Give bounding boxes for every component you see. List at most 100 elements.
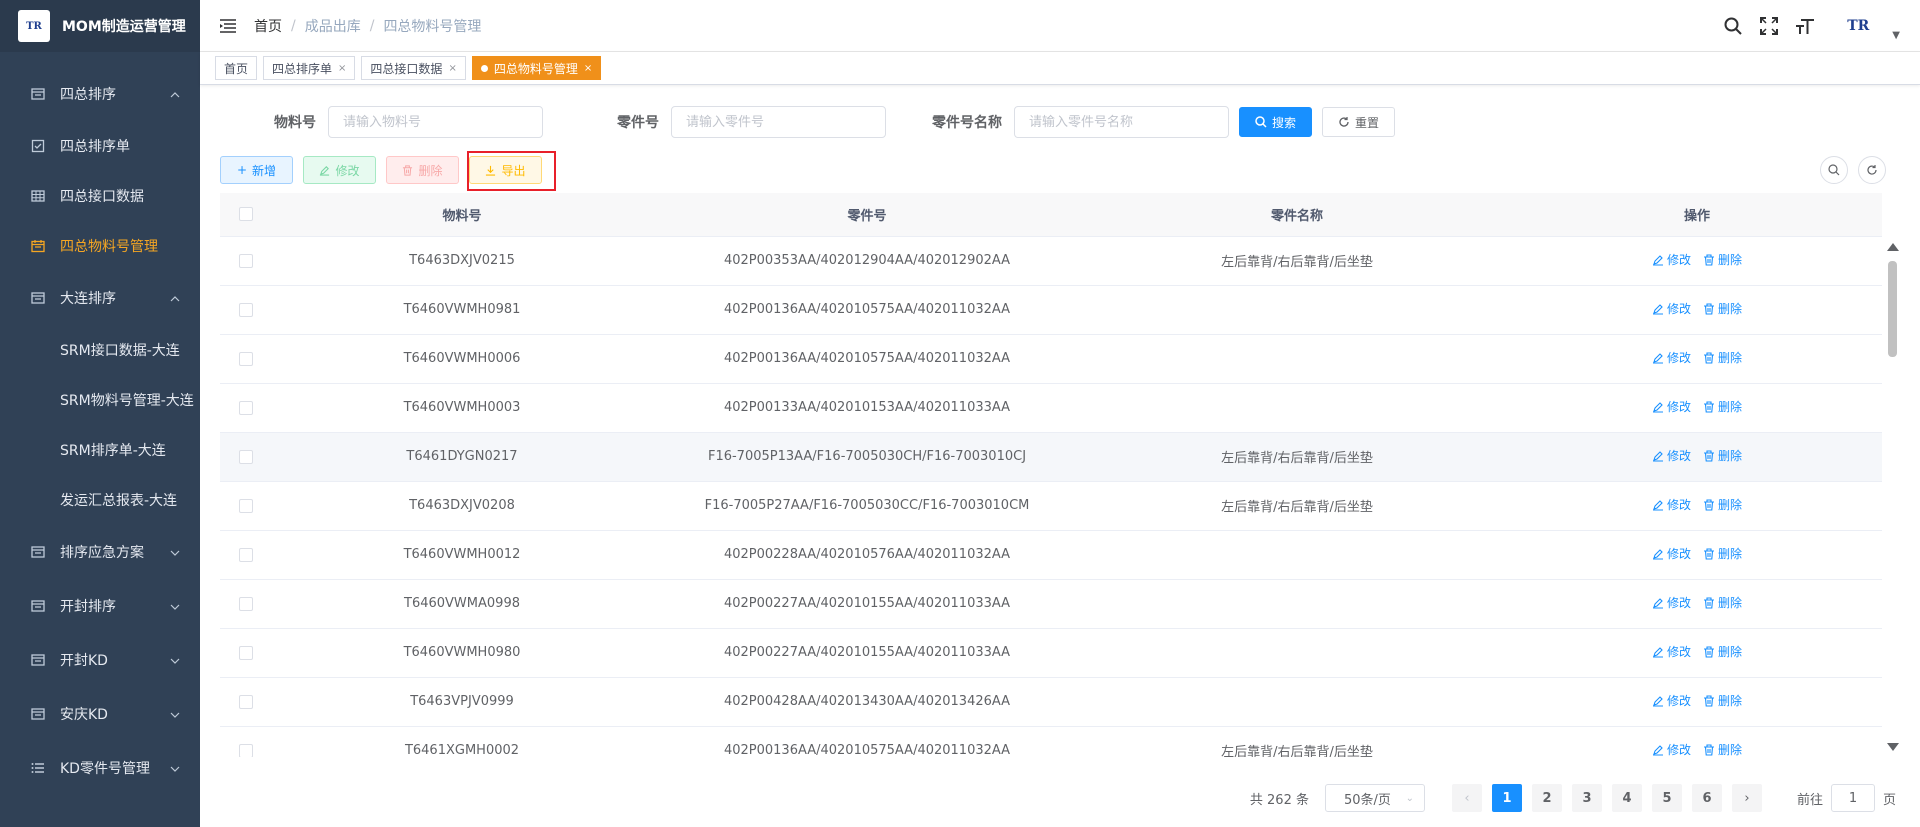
part-input[interactable] — [671, 106, 886, 138]
row-checkbox[interactable] — [239, 400, 253, 415]
row-edit-link[interactable]: 修改 — [1652, 496, 1691, 513]
table-row[interactable]: T6460VWMH0980 402P00227AA/402010155AA/402… — [220, 628, 1882, 678]
fullscreen-icon[interactable] — [1758, 15, 1780, 37]
page-button-1[interactable]: 1 — [1491, 784, 1522, 812]
table-row[interactable]: T6460VWMH0981 402P00136AA/402010575AA/402… — [220, 285, 1882, 335]
next-page-button[interactable]: › — [1731, 784, 1762, 812]
sidebar-item-1[interactable]: 四总排序单 — [0, 121, 200, 171]
search-icon[interactable] — [1722, 15, 1744, 37]
sidebar-item-12[interactable]: 安庆KD — [0, 687, 200, 741]
table-row[interactable]: T6463DXJV0215 402P00353AA/402012904AA/402… — [220, 236, 1882, 286]
tab-1[interactable]: 四总排序单 × — [263, 56, 356, 80]
hamburger-icon[interactable] — [218, 16, 238, 36]
table-row[interactable]: T6460VWMA0998 402P00227AA/402010155AA/402… — [220, 579, 1882, 629]
table-row[interactable]: T6463DXJV0208 F16-7005P27AA/F16-7005030CC… — [220, 481, 1882, 531]
prev-page-button[interactable]: ‹ — [1451, 784, 1482, 812]
page-size-select[interactable]: 50条/页 ⌄ — [1324, 784, 1425, 812]
search-icon — [1828, 164, 1840, 176]
row-checkbox[interactable] — [239, 547, 253, 562]
row-delete-link[interactable]: 删除 — [1703, 251, 1742, 268]
table-row[interactable]: T6463VPJV0999 402P00428AA/402013430AA/402… — [220, 677, 1882, 727]
row-delete-link[interactable]: 删除 — [1703, 741, 1742, 757]
table-row[interactable]: T6460VWMH0003 402P00133AA/402010153AA/402… — [220, 383, 1882, 433]
reset-button[interactable]: 重置 — [1322, 107, 1395, 137]
refresh-button[interactable] — [1858, 156, 1886, 184]
row-delete-link[interactable]: 删除 — [1703, 692, 1742, 709]
table-scrollbar[interactable] — [1884, 237, 1900, 757]
page-button-4[interactable]: 4 — [1611, 784, 1642, 812]
avatar[interactable]: TR — [1838, 6, 1878, 46]
row-checkbox[interactable] — [239, 351, 253, 366]
row-delete-link[interactable]: 删除 — [1703, 349, 1742, 366]
breadcrumb-home[interactable]: 首页 — [254, 16, 282, 36]
close-icon[interactable]: × — [584, 63, 592, 74]
select-all-checkbox[interactable] — [239, 207, 253, 222]
sidebar-item-8[interactable]: 发运汇总报表-大连 — [0, 475, 200, 525]
sidebar-item-5[interactable]: SRM接口数据-大连 — [0, 325, 200, 375]
close-icon[interactable]: × — [448, 63, 456, 74]
sidebar-item-13[interactable]: KD零件号管理 — [0, 741, 200, 795]
sidebar-item-0[interactable]: 四总排序 — [0, 67, 200, 121]
row-checkbox[interactable] — [239, 498, 253, 513]
sidebar-item-4[interactable]: 大连排序 — [0, 271, 200, 325]
sidebar-item-9[interactable]: 排序应急方案 — [0, 525, 200, 579]
sidebar-item-7[interactable]: SRM排序单-大连 — [0, 425, 200, 475]
part-name-input[interactable] — [1014, 106, 1229, 138]
table-row[interactable]: T6461DYGN0217 F16-7005P13AA/F16-7005030CH… — [220, 432, 1882, 482]
tab-0[interactable]: 首页 — [215, 56, 258, 80]
row-edit-link[interactable]: 修改 — [1652, 692, 1691, 709]
table-row[interactable]: T6461XGMH0002 402P00136AA/402010575AA/402… — [220, 726, 1882, 757]
row-edit-link[interactable]: 修改 — [1652, 349, 1691, 366]
tab-3[interactable]: 四总物料号管理 × — [471, 56, 602, 80]
row-checkbox[interactable] — [239, 302, 253, 317]
close-icon[interactable]: × — [338, 63, 346, 74]
delete-button[interactable]: 删除 — [386, 156, 459, 184]
scroll-down-icon[interactable] — [1887, 743, 1899, 751]
row-delete-link[interactable]: 删除 — [1703, 398, 1742, 415]
row-edit-link[interactable]: 修改 — [1652, 300, 1691, 317]
toggle-search-button[interactable] — [1820, 156, 1848, 184]
sidebar-item-3[interactable]: 四总物料号管理 — [0, 221, 200, 271]
row-delete-link[interactable]: 删除 — [1703, 643, 1742, 660]
edit-button[interactable]: 修改 — [303, 156, 376, 184]
row-delete-link[interactable]: 删除 — [1703, 447, 1742, 464]
search-button[interactable]: 搜索 — [1239, 107, 1312, 137]
page-button-6[interactable]: 6 — [1691, 784, 1722, 812]
sidebar-item-2[interactable]: 四总接口数据 — [0, 171, 200, 221]
page-button-2[interactable]: 2 — [1531, 784, 1562, 812]
material-input[interactable] — [328, 106, 543, 138]
sidebar-item-10[interactable]: 开封排序 — [0, 579, 200, 633]
row-edit-link[interactable]: 修改 — [1652, 741, 1691, 757]
scrollbar-thumb[interactable] — [1888, 261, 1897, 357]
scroll-up-icon[interactable] — [1887, 243, 1899, 251]
page-button-5[interactable]: 5 — [1651, 784, 1682, 812]
row-delete-link[interactable]: 删除 — [1703, 300, 1742, 317]
row-checkbox[interactable] — [239, 449, 253, 464]
add-button[interactable]: + 新增 — [220, 156, 293, 184]
sidebar-item-6[interactable]: SRM物料号管理-大连 — [0, 375, 200, 425]
row-edit-link[interactable]: 修改 — [1652, 398, 1691, 415]
row-edit-link[interactable]: 修改 — [1652, 447, 1691, 464]
row-delete-link[interactable]: 删除 — [1703, 545, 1742, 562]
row-checkbox[interactable] — [239, 694, 253, 709]
row-edit-link[interactable]: 修改 — [1652, 643, 1691, 660]
trash-icon — [403, 164, 413, 176]
row-checkbox[interactable] — [239, 253, 253, 268]
row-edit-link[interactable]: 修改 — [1652, 594, 1691, 611]
row-checkbox[interactable] — [239, 743, 253, 757]
font-size-icon[interactable] — [1794, 15, 1816, 37]
tab-2[interactable]: 四总接口数据 × — [361, 56, 466, 80]
pencil-icon — [1652, 744, 1663, 756]
table-row[interactable]: T6460VWMH0012 402P00228AA/402010576AA/402… — [220, 530, 1882, 580]
row-checkbox[interactable] — [239, 645, 253, 660]
row-checkbox[interactable] — [239, 596, 253, 611]
row-edit-link[interactable]: 修改 — [1652, 251, 1691, 268]
goto-page-input[interactable] — [1830, 784, 1875, 812]
row-edit-link[interactable]: 修改 — [1652, 545, 1691, 562]
row-delete-link[interactable]: 删除 — [1703, 594, 1742, 611]
page-button-3[interactable]: 3 — [1571, 784, 1602, 812]
row-delete-link[interactable]: 删除 — [1703, 496, 1742, 513]
sidebar-item-11[interactable]: 开封KD — [0, 633, 200, 687]
caret-down-icon[interactable]: ▼ — [1892, 30, 1900, 41]
table-row[interactable]: T6460VWMH0006 402P00136AA/402010575AA/402… — [220, 334, 1882, 384]
